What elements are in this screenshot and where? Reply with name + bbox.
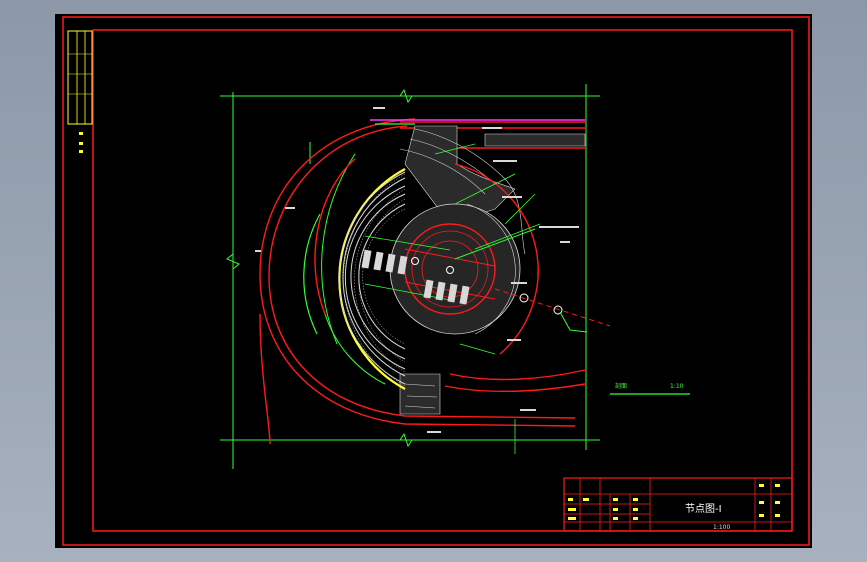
detail-note-scale: 1:10 bbox=[670, 383, 684, 390]
cad-drawing: 剖面 1:10 节点图-Ⅰ 1:100 bbox=[62, 16, 810, 546]
amphitheater bbox=[303, 168, 406, 390]
detail-note-text: 剖面 bbox=[615, 382, 627, 390]
title-block: 节点图-Ⅰ 1:100 bbox=[563, 477, 793, 532]
detail-note: 剖面 1:10 bbox=[610, 382, 690, 395]
drawing-title: 节点图-Ⅰ bbox=[685, 503, 722, 515]
drawing-scale: 1:100 bbox=[713, 524, 730, 531]
cad-drawing-canvas[interactable]: 剖面 1:10 节点图-Ⅰ 1:100 bbox=[55, 14, 812, 548]
binding-tag bbox=[67, 30, 93, 153]
